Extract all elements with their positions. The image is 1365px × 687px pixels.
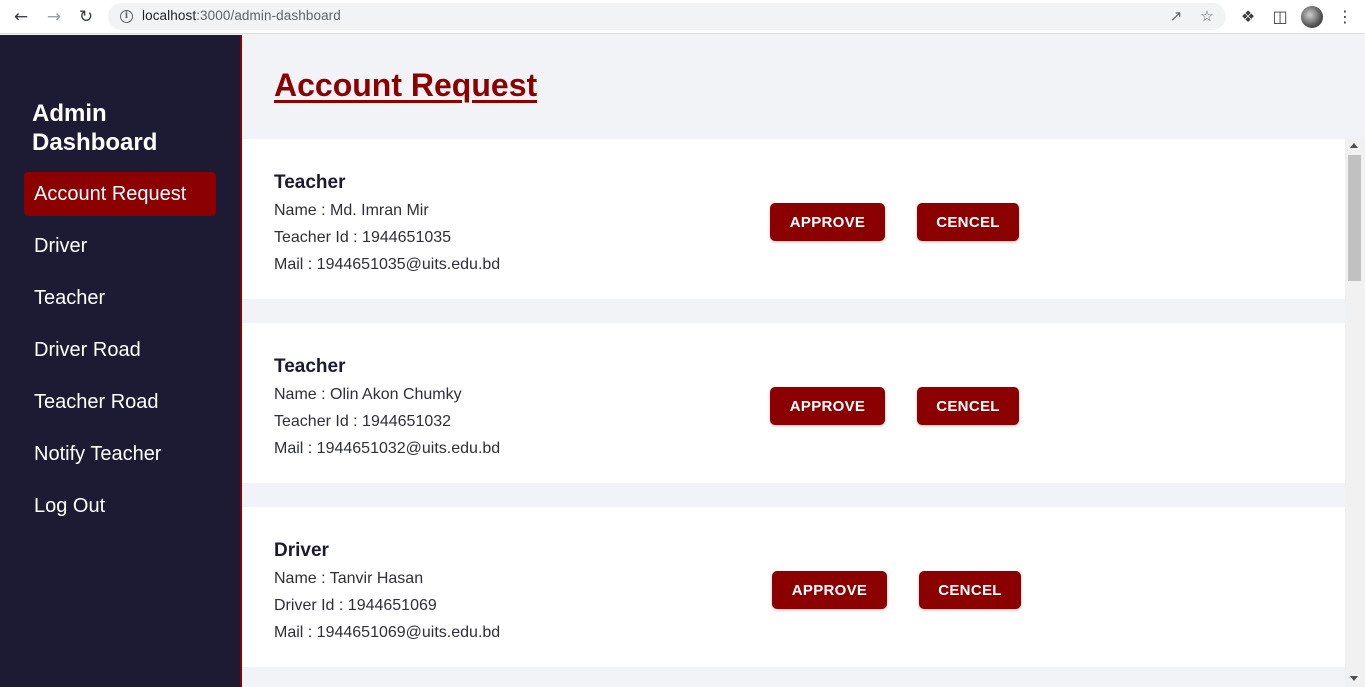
request-name: Name : Tanvir Hasan: [274, 570, 424, 587]
request-id: Teacher Id : 1944651032: [274, 413, 452, 430]
back-arrow-icon[interactable]: ←: [9, 5, 33, 29]
share-icon[interactable]: ↗: [1166, 6, 1186, 26]
request-role: Teacher: [274, 172, 346, 193]
cancel-button[interactable]: CENCEL: [917, 203, 1019, 241]
site-info-icon[interactable]: i: [120, 10, 133, 23]
side-panel-icon[interactable]: ◫: [1268, 5, 1292, 29]
sidebar-item-driver-road[interactable]: Driver Road: [24, 328, 216, 372]
request-list: Teacher Name : Md. Imran Mir Teacher Id …: [242, 139, 1345, 687]
forward-arrow-icon[interactable]: →: [42, 5, 66, 29]
request-id: Driver Id : 1944651069: [274, 597, 437, 614]
request-card: Driver Name : Tanvir Hasan Driver Id : 1…: [242, 507, 1345, 667]
request-mail: Mail : 1944651032@uits.edu.bd: [274, 440, 501, 457]
request-card: Teacher Name : Olin Akon Chumky Teacher …: [242, 323, 1345, 483]
request-role: Teacher: [274, 356, 346, 377]
approve-button[interactable]: APPROVE: [770, 387, 885, 425]
url-text[interactable]: localhost:3000/admin-dashboard: [142, 8, 341, 23]
sidebar-item-teacher[interactable]: Teacher: [24, 276, 216, 320]
sidebar: Admin Dashboard Account Request Driver T…: [0, 35, 242, 687]
kebab-menu-icon[interactable]: ⋮: [1333, 5, 1357, 29]
url-path: :3000/admin-dashboard: [196, 8, 341, 23]
request-mail: Mail : 1944651035@uits.edu.bd: [274, 256, 501, 273]
main-content: Account Request Teacher Name : Md. Imran…: [242, 35, 1365, 687]
request-name: Name : Md. Imran Mir: [274, 202, 429, 219]
approve-button[interactable]: APPROVE: [770, 203, 885, 241]
vertical-scrollbar[interactable]: [1345, 139, 1365, 687]
address-bar[interactable]: i localhost:3000/admin-dashboard ↗ ☆: [108, 3, 1226, 30]
sidebar-menu: Account Request Driver Teacher Driver Ro…: [24, 172, 216, 536]
page-title: Account Request: [274, 67, 538, 103]
request-card: Teacher Name : Md. Imran Mir Teacher Id …: [242, 139, 1345, 299]
sidebar-item-log-out[interactable]: Log Out: [24, 484, 216, 528]
request-mail: Mail : 1944651069@uits.edu.bd: [274, 624, 501, 641]
scroll-up-arrow-icon[interactable]: [1350, 143, 1358, 148]
scroll-thumb[interactable]: [1348, 155, 1361, 281]
scroll-down-arrow-icon[interactable]: [1350, 676, 1358, 681]
sidebar-item-account-request[interactable]: Account Request: [24, 172, 216, 216]
extensions-puzzle-icon[interactable]: ❖: [1236, 5, 1260, 29]
reload-icon[interactable]: ↻: [74, 5, 98, 29]
cancel-button[interactable]: CENCEL: [919, 571, 1021, 609]
cancel-button[interactable]: CENCEL: [917, 387, 1019, 425]
sidebar-item-teacher-road[interactable]: Teacher Road: [24, 380, 216, 424]
sidebar-item-notify-teacher[interactable]: Notify Teacher: [24, 432, 216, 476]
browser-toolbar: ← → ↻ i localhost:3000/admin-dashboard ↗…: [0, 0, 1365, 34]
request-role: Driver: [274, 540, 329, 561]
request-name: Name : Olin Akon Chumky: [274, 386, 462, 403]
approve-button[interactable]: APPROVE: [772, 571, 887, 609]
request-id: Teacher Id : 1944651035: [274, 229, 452, 246]
sidebar-title: Admin Dashboard: [32, 100, 158, 156]
bookmark-star-icon[interactable]: ☆: [1197, 6, 1217, 26]
url-host: localhost: [142, 8, 197, 23]
profile-avatar[interactable]: [1301, 6, 1323, 28]
sidebar-item-driver[interactable]: Driver: [24, 224, 216, 268]
